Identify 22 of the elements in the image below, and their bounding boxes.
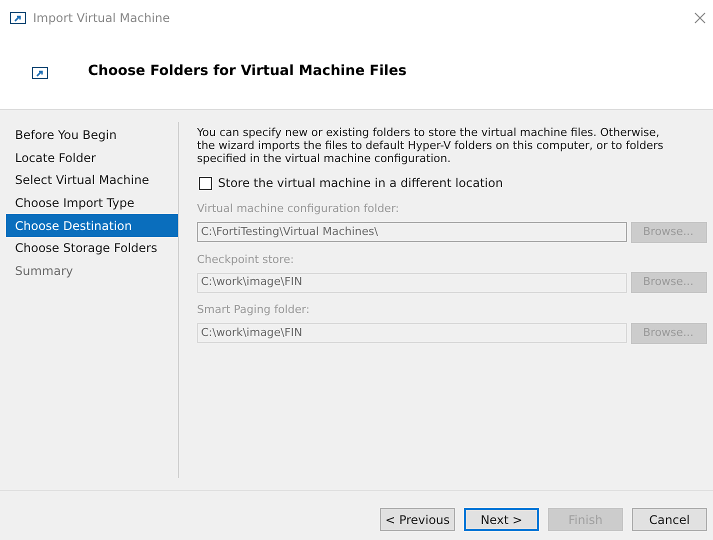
folder-field[interactable]: C:\work\image\FIN (197, 323, 627, 343)
wizard-step[interactable]: Choose Destination (6, 214, 178, 237)
wizard-button[interactable]: < Previous (380, 508, 455, 531)
field-label: Checkpoint store: (197, 252, 295, 268)
wizard-step[interactable]: Choose Import Type (6, 192, 178, 214)
wizard-step[interactable]: Choose Storage Folders (6, 236, 178, 260)
page-heading: Choose Folders for Virtual Machine Files (88, 62, 407, 81)
wizard-step[interactable]: Locate Folder (6, 146, 178, 170)
wizard-icon (32, 66, 48, 78)
description-text: You can specify new or existing folders to store the virtual machine files. Otherwise, the wizard imports the files to default Hyper-V folders on this computer, or to folders specified in the virtual machine configuration. (197, 126, 664, 165)
field-label: Smart Paging folder: (197, 302, 311, 318)
close-icon[interactable] (693, 11, 707, 25)
wizard-step[interactable]: Select Virtual Machine (6, 169, 178, 192)
window-title: Import Virtual Machine (33, 10, 170, 27)
wizard-button[interactable]: Next > (464, 508, 539, 531)
folder-field[interactable]: C:\work\image\FIN (197, 272, 627, 292)
folder-field[interactable]: C:\FortiTesting\Virtual Machines\ (197, 222, 627, 242)
wizard-button[interactable]: Cancel (632, 508, 707, 531)
store-option-checkbox[interactable]: Store the virtual machine in a different location (199, 174, 707, 192)
field-label: Virtual machine configuration folder: (197, 201, 400, 217)
app-icon (10, 12, 26, 24)
wizard-step[interactable]: Before You Begin (6, 124, 178, 147)
